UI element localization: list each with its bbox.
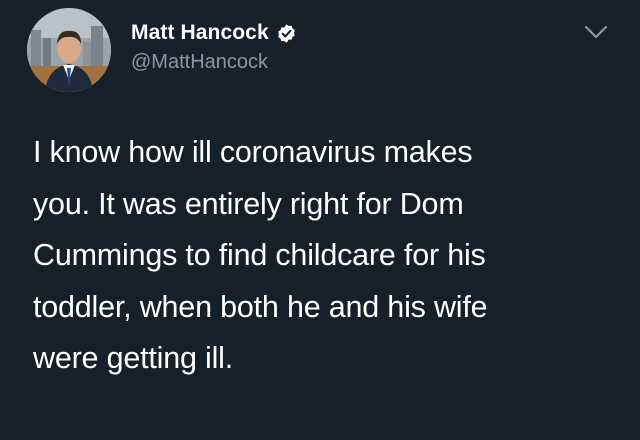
tweet-text-line: toddler, when both he and his wife xyxy=(33,289,488,324)
display-name-row: Matt Hancock xyxy=(131,21,297,45)
user-handle[interactable]: @MattHancock xyxy=(131,51,297,74)
tweet-text: I know how ill coronavirus makes you. It… xyxy=(33,127,623,385)
tweet-text-line: you. It was entirely right for Dom xyxy=(33,186,464,221)
chevron-down-icon[interactable] xyxy=(583,22,609,42)
tweet-card: Matt Hancock @MattHancock I know how ill… xyxy=(0,0,640,440)
profile-photo-icon xyxy=(27,8,111,92)
avatar[interactable] xyxy=(27,8,111,92)
author-info: Matt Hancock @MattHancock xyxy=(131,21,297,74)
display-name[interactable]: Matt Hancock xyxy=(131,21,269,45)
tweet-text-line: I know how ill coronavirus makes xyxy=(33,135,473,169)
verified-badge-icon xyxy=(276,23,297,44)
tweet-text-line: Cummings to find childcare for his xyxy=(33,238,486,272)
tweet-text-line: were getting ill. xyxy=(33,341,234,375)
